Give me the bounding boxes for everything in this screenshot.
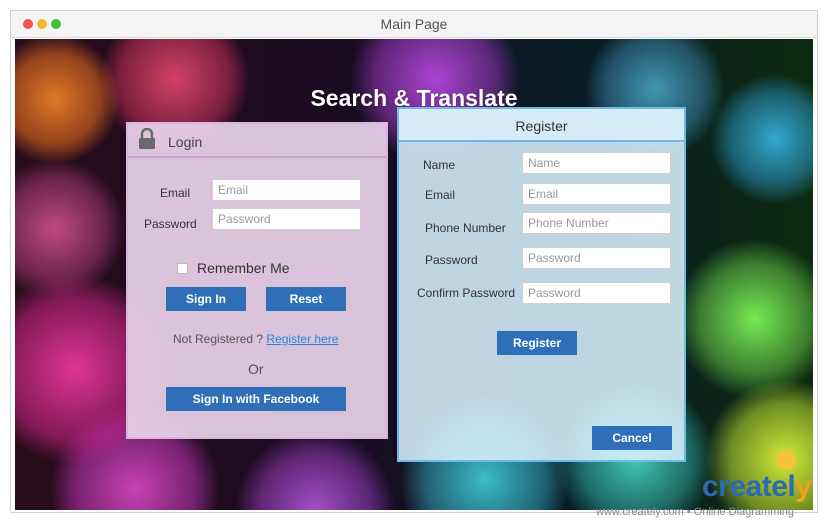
sign-in-button[interactable]: Sign In [166, 287, 246, 311]
login-email-input[interactable] [212, 179, 361, 201]
remember-me-checkbox[interactable] [177, 263, 188, 274]
cancel-button[interactable]: Cancel [592, 426, 672, 450]
register-password-input[interactable] [522, 247, 671, 269]
window-title: Main Page [380, 16, 448, 32]
creately-footer-text: www.creately.com • Online Diagramming [596, 506, 795, 518]
page-viewport: Search & Translate Login Email Password … [15, 39, 813, 510]
register-confirm-password-label: Confirm Password [417, 286, 516, 300]
login-panel: Login Email Password Remember Me Sign In… [126, 122, 388, 439]
browser-window: Main Page Search & Translate Login Email… [10, 10, 818, 513]
logo-text-end: y [795, 470, 812, 503]
register-email-input[interactable] [522, 183, 671, 205]
register-phone-input[interactable] [522, 212, 671, 234]
title-bar: Main Page [11, 11, 817, 38]
lock-icon [138, 127, 156, 155]
facebook-sign-in-button[interactable]: Sign In with Facebook [166, 387, 346, 411]
login-email-label: Email [160, 186, 191, 200]
not-registered-prompt: Not Registered ? Register here [173, 332, 338, 346]
login-password-label: Password [144, 217, 197, 231]
lightbulb-icon [776, 450, 796, 470]
register-button[interactable]: Register [497, 331, 577, 355]
or-separator: Or [248, 361, 264, 377]
reset-button[interactable]: Reset [266, 287, 346, 311]
register-header: Register [399, 109, 684, 142]
login-header: Login [128, 124, 386, 158]
register-name-input[interactable] [522, 152, 671, 174]
register-confirm-password-input[interactable] [522, 282, 671, 304]
register-password-label: Password [425, 253, 478, 267]
remember-me-label: Remember Me [197, 260, 290, 276]
not-registered-text: Not Registered ? [173, 332, 264, 346]
register-email-label: Email [425, 188, 456, 202]
login-password-input[interactable] [212, 208, 361, 230]
register-phone-label: Phone Number [425, 221, 506, 235]
login-title: Login [168, 134, 203, 150]
register-panel: Register Name Email Phone Number Passwor… [397, 107, 686, 462]
register-name-label: Name [423, 158, 456, 172]
logo-text-main: createl [702, 470, 796, 503]
register-title: Register [515, 118, 568, 134]
register-here-link[interactable]: Register here [266, 332, 338, 346]
creately-logo: creately [702, 470, 812, 504]
